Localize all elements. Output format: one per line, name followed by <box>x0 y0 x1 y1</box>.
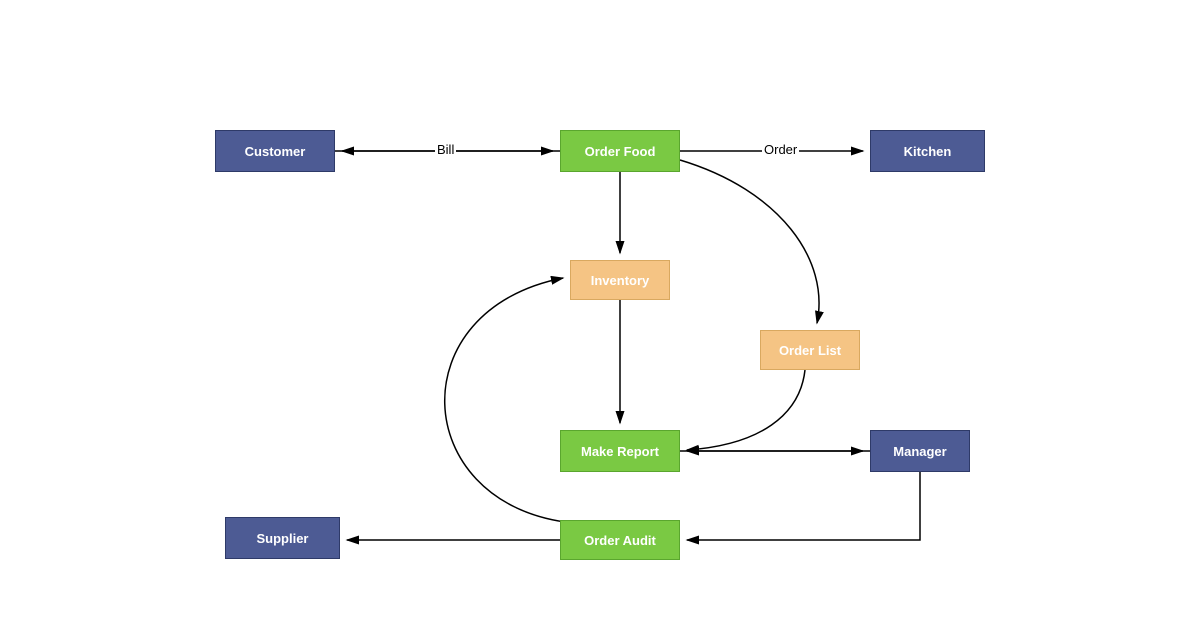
node-order-food[interactable]: Order Food <box>560 130 680 172</box>
node-make-report[interactable]: Make Report <box>560 430 680 472</box>
node-label: Supplier <box>256 531 308 546</box>
node-label: Order Audit <box>584 533 656 548</box>
node-inventory[interactable]: Inventory <box>570 260 670 300</box>
node-customer[interactable]: Customer <box>215 130 335 172</box>
node-label: Customer <box>245 144 306 159</box>
node-order-audit[interactable]: Order Audit <box>560 520 680 560</box>
edge-label-bill: Bill <box>435 142 456 157</box>
node-label: Make Report <box>581 444 659 459</box>
node-label: Order Food <box>585 144 656 159</box>
edge-label-order: Order <box>762 142 799 157</box>
node-label: Inventory <box>591 273 650 288</box>
node-order-list[interactable]: Order List <box>760 330 860 370</box>
node-manager[interactable]: Manager <box>870 430 970 472</box>
node-label: Kitchen <box>904 144 952 159</box>
node-supplier[interactable]: Supplier <box>225 517 340 559</box>
node-label: Manager <box>893 444 946 459</box>
node-kitchen[interactable]: Kitchen <box>870 130 985 172</box>
node-label: Order List <box>779 343 841 358</box>
